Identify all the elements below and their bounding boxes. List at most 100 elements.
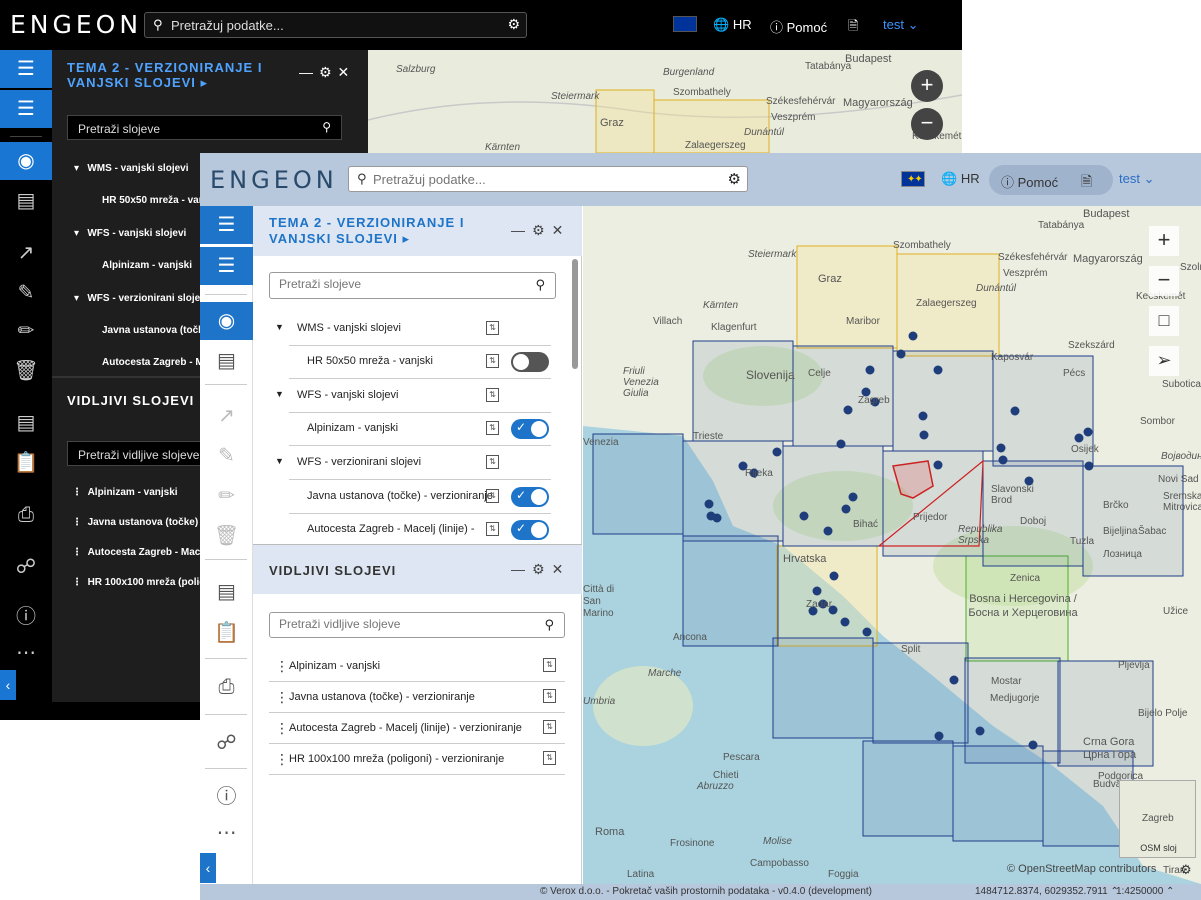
gear-icon[interactable]: ⚙ bbox=[532, 561, 552, 577]
pencil-icon[interactable]: ✏ bbox=[0, 312, 52, 350]
dark-collapse-button[interactable]: ‹ bbox=[0, 670, 16, 700]
eu-flag-icon[interactable]: ✦✦ bbox=[901, 171, 925, 187]
dark-visible-item[interactable]: ⋮ Alpinizam - vanjski bbox=[72, 487, 178, 498]
layer-settings-icon[interactable]: ⇅ bbox=[486, 388, 499, 402]
visible-layer-item[interactable]: ⋮ Javna ustanova (točke) - verzioniranje… bbox=[269, 682, 565, 713]
settings-gear-icon[interactable]: ⚙ bbox=[1180, 862, 1192, 878]
gear-icon[interactable]: ⚙ bbox=[507, 16, 520, 33]
dark-tree-group[interactable]: ▾ WFS - verzionirani slojevi bbox=[74, 293, 209, 304]
global-search[interactable]: ⚲ ⚙ bbox=[348, 166, 748, 192]
minimize-icon[interactable]: — bbox=[511, 222, 532, 238]
trash-icon[interactable]: 🗑 bbox=[0, 352, 52, 390]
drag-handle-icon[interactable]: ⋮ bbox=[275, 720, 289, 737]
layers-icon[interactable]: ☰ bbox=[0, 50, 52, 88]
tree-item-alpinizam[interactable]: Alpinizam - vanjski ⇅ ✓ bbox=[253, 413, 568, 446]
compass-icon[interactable]: ➢ bbox=[1149, 346, 1179, 376]
layer-visibility-toggle[interactable]: ✓ bbox=[511, 487, 549, 507]
document-icon[interactable]: 🗎 bbox=[848, 17, 858, 39]
dark-zoom-out-button[interactable]: − bbox=[911, 108, 943, 140]
layer-settings-icon[interactable]: ⇅ bbox=[486, 354, 499, 368]
visible-layer-search-input[interactable] bbox=[279, 617, 529, 631]
tree-item-javna-ustanova[interactable]: Javna ustanova (točke) - verzioniranje ⇅… bbox=[253, 481, 568, 514]
map-canvas[interactable]: Steiermark Szombathely Budapest Tatabány… bbox=[583, 206, 1201, 884]
tree-item-autocesta[interactable]: Autocesta Zagreb - Macelj (linije) - ⇅ ✓ bbox=[253, 514, 568, 547]
pointer-icon[interactable]: ↗ bbox=[0, 234, 52, 272]
dark-language-button[interactable]: 🌐 HR bbox=[713, 17, 752, 33]
dark-zoom-in-button[interactable]: + bbox=[911, 70, 943, 102]
user-menu[interactable]: test ⌄ bbox=[1119, 171, 1154, 187]
fullscreen-icon[interactable]: □ bbox=[1149, 306, 1179, 336]
trash-icon[interactable]: 🗑 bbox=[200, 517, 253, 555]
layer-visibility-toggle[interactable]: ✓ bbox=[511, 520, 549, 540]
tree-group-wms[interactable]: ▼ WMS - vanjski slojevi ⇅ bbox=[253, 313, 568, 346]
tree-group-wfs-versioned[interactable]: ▼ WFS - verzionirani slojevi ⇅ bbox=[253, 447, 568, 480]
help-icon[interactable]: ⓘ bbox=[200, 778, 253, 816]
layer-settings-icon[interactable]: ⇅ bbox=[486, 522, 499, 536]
pointer-icon[interactable]: ↗ bbox=[200, 397, 253, 435]
edit-icon[interactable]: ✎ bbox=[0, 274, 52, 312]
visible-layer-search[interactable]: ⚲ bbox=[269, 612, 565, 638]
tree-group-wfs[interactable]: ▼ WFS - vanjski slojevi ⇅ bbox=[253, 380, 568, 413]
layer-settings-icon[interactable]: ⇅ bbox=[486, 455, 499, 469]
network-icon[interactable]: ☍ bbox=[0, 548, 52, 586]
gear-icon[interactable]: ⚙ bbox=[532, 222, 552, 238]
dark-tree-group[interactable]: ▾ WMS - vanjski slojevi bbox=[74, 163, 189, 174]
dark-layer-search[interactable]: Pretraži slojeve ⚲ bbox=[67, 115, 342, 140]
fingerprint-icon[interactable]: ◉ bbox=[200, 302, 253, 340]
more-icon[interactable]: ⋯ bbox=[0, 634, 52, 672]
caret-down-icon[interactable]: ▼ bbox=[275, 322, 284, 332]
close-icon[interactable]: ✕ bbox=[552, 561, 571, 577]
global-search-input[interactable] bbox=[373, 170, 713, 188]
visible-layer-item[interactable]: ⋮ HR 100x100 mreža (poligoni) - verzioni… bbox=[269, 744, 565, 775]
language-button[interactable]: 🌐 HR bbox=[941, 171, 980, 187]
print-icon[interactable]: ⎙ bbox=[200, 668, 253, 706]
dark-tree-item[interactable]: Autocesta Zagreb - Mac bbox=[102, 357, 215, 368]
clipboard-icon[interactable]: 📋 bbox=[200, 614, 253, 652]
scrollbar[interactable] bbox=[572, 259, 578, 369]
dark-tree-item[interactable]: Alpinizam - vanjski bbox=[102, 260, 192, 271]
edit-icon[interactable]: ✎ bbox=[200, 437, 253, 475]
layers-icon[interactable]: ☰ bbox=[200, 206, 253, 244]
layer-settings-icon[interactable]: ⇅ bbox=[543, 658, 556, 672]
dark-visible-item[interactable]: ⋮ Javna ustanova (točke) - ve bbox=[72, 517, 218, 528]
dark-panel-controls[interactable]: —⚙✕ bbox=[299, 64, 355, 81]
pencil-icon[interactable]: ✏ bbox=[200, 477, 253, 515]
scale-readout[interactable]: 1:4250000 ⌃ bbox=[1116, 886, 1174, 897]
layer-settings-icon[interactable]: ⇅ bbox=[486, 321, 499, 335]
dark-tree-group[interactable]: ▾ WFS - vanjski slojevi bbox=[74, 228, 186, 239]
layer-settings-icon[interactable]: ⇅ bbox=[543, 689, 556, 703]
layer-settings-icon[interactable]: ⇅ bbox=[486, 489, 499, 503]
zoom-in-button[interactable]: + bbox=[1149, 226, 1179, 256]
document-icon[interactable]: 🗎 bbox=[1081, 171, 1092, 195]
fingerprint-icon[interactable]: ◉ bbox=[0, 142, 52, 180]
minimize-icon[interactable]: — bbox=[511, 561, 532, 577]
map-attribution[interactable]: © OpenStreetMap contributors bbox=[1007, 863, 1156, 875]
basemap-switcher[interactable]: Zagreb OSM sloj bbox=[1119, 780, 1196, 858]
help-icon[interactable]: ⓘ bbox=[0, 598, 52, 636]
collapse-rail-button[interactable]: ‹ bbox=[200, 853, 216, 883]
layer-settings-icon[interactable]: ⇅ bbox=[486, 421, 499, 435]
dark-user-menu[interactable]: test ⌄ bbox=[883, 17, 918, 33]
visible-layer-item[interactable]: ⋮ Alpinizam - vanjski ⇅ bbox=[269, 651, 565, 682]
list-icon[interactable]: ☰ bbox=[0, 90, 52, 128]
drag-handle-icon[interactable]: ⋮ bbox=[275, 751, 289, 768]
caret-down-icon[interactable]: ▼ bbox=[275, 389, 284, 399]
help-button[interactable]: ⓘ Pomoć bbox=[1001, 172, 1058, 191]
layer-settings-icon[interactable]: ⇅ bbox=[543, 720, 556, 734]
close-icon[interactable]: ✕ bbox=[552, 222, 571, 238]
network-icon[interactable]: ☍ bbox=[200, 724, 253, 762]
clipboard-icon[interactable]: 📋 bbox=[0, 444, 52, 482]
zoom-out-button[interactable]: − bbox=[1149, 266, 1179, 296]
tree-item-hr50[interactable]: HR 50x50 mreža - vanjski ⇅ bbox=[253, 346, 568, 379]
dark-visible-item[interactable]: ⋮ Autocesta Zagreb - Macelj ( bbox=[72, 547, 218, 558]
dark-visible-item[interactable]: ⋮ HR 100x100 mreža (poligoni bbox=[72, 577, 220, 588]
eu-flag-icon[interactable] bbox=[673, 16, 697, 32]
drag-handle-icon[interactable]: ⋮ bbox=[275, 658, 289, 675]
search-settings-gear-icon[interactable]: ⚙ bbox=[728, 170, 741, 188]
dark-help-button[interactable]: ⓘ Pomoć bbox=[770, 17, 827, 36]
dark-map[interactable]: Salzburg Burgenland Budapest Tatabánya S… bbox=[368, 50, 962, 153]
theme-title[interactable]: TEMA 2 - VERZIONIRANJE I VANJSKI SLOJEVI… bbox=[269, 215, 469, 247]
print-icon[interactable]: ⎙ bbox=[0, 496, 52, 534]
layer-settings-icon[interactable]: ⇅ bbox=[543, 751, 556, 765]
list-icon[interactable]: ☰ bbox=[200, 247, 253, 285]
